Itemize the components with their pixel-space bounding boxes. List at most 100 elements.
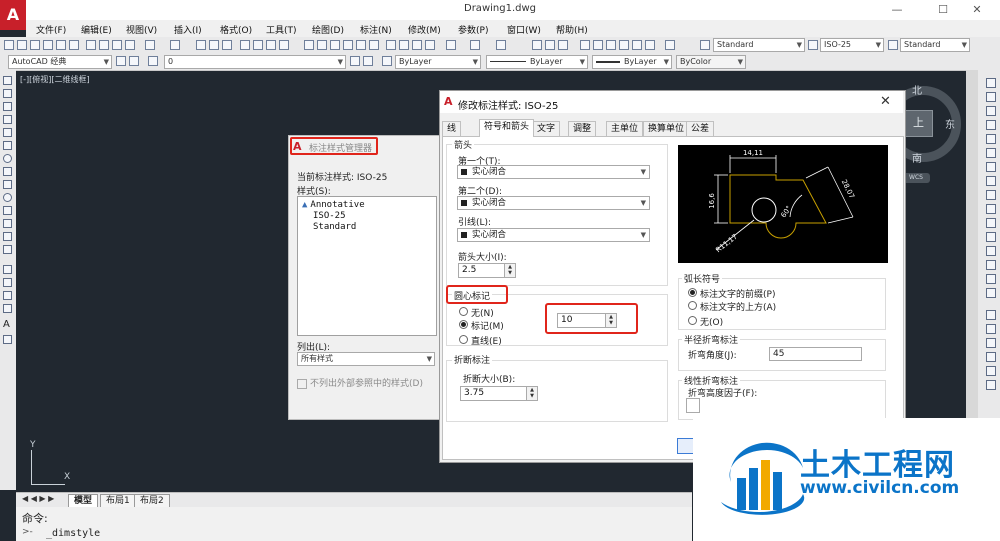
- polyline-icon[interactable]: [3, 102, 12, 111]
- cut-icon[interactable]: [86, 40, 96, 50]
- dim-aligned-icon[interactable]: [986, 324, 996, 334]
- dim-angular-icon[interactable]: [986, 352, 996, 362]
- menu-modify[interactable]: 修改(M): [408, 23, 441, 36]
- insert-block-icon[interactable]: [3, 219, 12, 228]
- first-arrow-select[interactable]: 实心闭合 ▼: [457, 165, 650, 179]
- tab-layout1[interactable]: 布局1: [100, 494, 136, 508]
- match-icon[interactable]: [425, 40, 435, 50]
- spline-icon[interactable]: [3, 180, 12, 189]
- rectangle-icon[interactable]: [3, 128, 12, 137]
- close-button[interactable]: ✕: [954, 0, 1000, 20]
- properties-icon[interactable]: [580, 40, 590, 50]
- autocad-logo[interactable]: A: [0, 0, 26, 30]
- calculator-icon[interactable]: [645, 40, 655, 50]
- arc-icon[interactable]: [3, 141, 12, 150]
- arc-above-radio[interactable]: [688, 301, 697, 310]
- break-size-stepper[interactable]: 3.75 ▲ ▼: [460, 386, 538, 401]
- tab-fit[interactable]: 调整: [568, 121, 597, 137]
- trim-icon[interactable]: [986, 204, 996, 214]
- styles-list[interactable]: ▲ Annotative ISO-25 Standard: [297, 196, 437, 336]
- region-icon[interactable]: [3, 291, 12, 300]
- tab-text[interactable]: 文字: [532, 121, 561, 137]
- table-style-select[interactable]: Standard ▼: [900, 38, 970, 52]
- dim-continue-icon[interactable]: [986, 380, 996, 390]
- zoom-prev-icon[interactable]: [222, 40, 232, 50]
- center-none-radio[interactable]: [459, 307, 468, 316]
- help-icon[interactable]: [665, 40, 675, 50]
- designcenter-icon[interactable]: [593, 40, 603, 50]
- paste-icon[interactable]: [412, 40, 422, 50]
- line-icon[interactable]: [3, 76, 12, 85]
- menu-view[interactable]: 视图(V): [126, 23, 157, 36]
- plot-icon[interactable]: [43, 40, 53, 50]
- match-icon[interactable]: [125, 40, 135, 50]
- tab-model[interactable]: 模型: [68, 494, 99, 508]
- list-item[interactable]: Standard: [313, 222, 356, 232]
- arrow-size-stepper[interactable]: 2.5 ▲ ▼: [458, 263, 516, 278]
- move-icon[interactable]: [986, 148, 996, 158]
- publish-icon[interactable]: [369, 40, 379, 50]
- pan-icon[interactable]: [496, 40, 506, 50]
- preview-icon[interactable]: [56, 40, 66, 50]
- zoom-icon[interactable]: [209, 40, 219, 50]
- menu-help[interactable]: 帮助(H): [556, 23, 588, 36]
- center-line-radio[interactable]: [459, 335, 468, 344]
- redo-icon[interactable]: [170, 40, 180, 50]
- layer-select[interactable]: 0 ▼: [164, 55, 346, 69]
- markup-icon[interactable]: [632, 40, 642, 50]
- menu-parameters[interactable]: 参数(P): [458, 23, 488, 36]
- menu-draw[interactable]: 绘图(D): [312, 23, 344, 36]
- list-filter-select[interactable]: 所有样式 ▼: [297, 352, 435, 366]
- ellipse-icon[interactable]: [3, 193, 12, 202]
- copy-icon[interactable]: [399, 40, 409, 50]
- polygon-icon[interactable]: [3, 115, 12, 124]
- copy-icon[interactable]: [986, 92, 996, 102]
- tab-primary-units[interactable]: 主单位: [606, 121, 644, 137]
- wcs-menu[interactable]: WCS: [902, 173, 930, 183]
- layer-manager-icon[interactable]: [148, 56, 158, 66]
- add-selected-icon[interactable]: [3, 335, 12, 344]
- make-block-icon[interactable]: [3, 232, 12, 241]
- tab-symbols-arrows[interactable]: 符号和箭头: [479, 119, 535, 137]
- stretch-icon[interactable]: [986, 190, 996, 200]
- menu-file[interactable]: 文件(F): [36, 23, 66, 36]
- revcloud-icon[interactable]: [3, 167, 12, 176]
- leader-arrow-select[interactable]: 实心闭合 ▼: [457, 228, 650, 242]
- publish-icon[interactable]: [69, 40, 79, 50]
- rotate-icon[interactable]: [986, 162, 996, 172]
- compass-south[interactable]: 南: [912, 150, 922, 165]
- menu-tools[interactable]: 工具(T): [266, 23, 297, 36]
- workspace-select[interactable]: AutoCAD 经典 ▼: [8, 55, 112, 69]
- dim-linear-icon[interactable]: [986, 310, 996, 320]
- command-history[interactable]: _dimstyle: [46, 528, 100, 539]
- center-mark-radio[interactable]: [459, 320, 468, 329]
- redo-icon[interactable]: [470, 40, 480, 50]
- hand-icon[interactable]: [532, 40, 542, 50]
- cut-icon[interactable]: [386, 40, 396, 50]
- layer-previous-icon[interactable]: [363, 56, 373, 66]
- ellipse-arc-icon[interactable]: [3, 206, 12, 215]
- jog-factor-stepper[interactable]: [686, 398, 700, 413]
- color-select[interactable]: ByLayer ▼: [395, 55, 481, 69]
- arc-none-radio[interactable]: [688, 316, 697, 325]
- dim-radius-icon[interactable]: [986, 338, 996, 348]
- paste-icon[interactable]: [112, 40, 122, 50]
- viewcube-top-face[interactable]: 上: [904, 110, 933, 137]
- break-icon[interactable]: [986, 232, 996, 242]
- table-icon[interactable]: [3, 304, 12, 313]
- xline-icon[interactable]: [3, 89, 12, 98]
- viewport-label[interactable]: [-][俯视][二维线框]: [20, 74, 90, 85]
- undo-icon[interactable]: [446, 40, 456, 50]
- menu-dimension[interactable]: 标注(N): [360, 23, 392, 36]
- dialog-close-button[interactable]: ✕: [880, 94, 891, 109]
- tab-tolerances[interactable]: 公差: [686, 121, 715, 137]
- compass-north[interactable]: 北: [912, 82, 922, 97]
- join-icon[interactable]: [986, 246, 996, 256]
- copy-icon[interactable]: [99, 40, 109, 50]
- tab-lines[interactable]: 线: [442, 121, 462, 137]
- fillet-icon[interactable]: [986, 274, 996, 284]
- dim-baseline-icon[interactable]: [986, 366, 996, 376]
- array-icon[interactable]: [986, 134, 996, 144]
- scale-icon[interactable]: [986, 176, 996, 186]
- explode-icon[interactable]: [986, 288, 996, 298]
